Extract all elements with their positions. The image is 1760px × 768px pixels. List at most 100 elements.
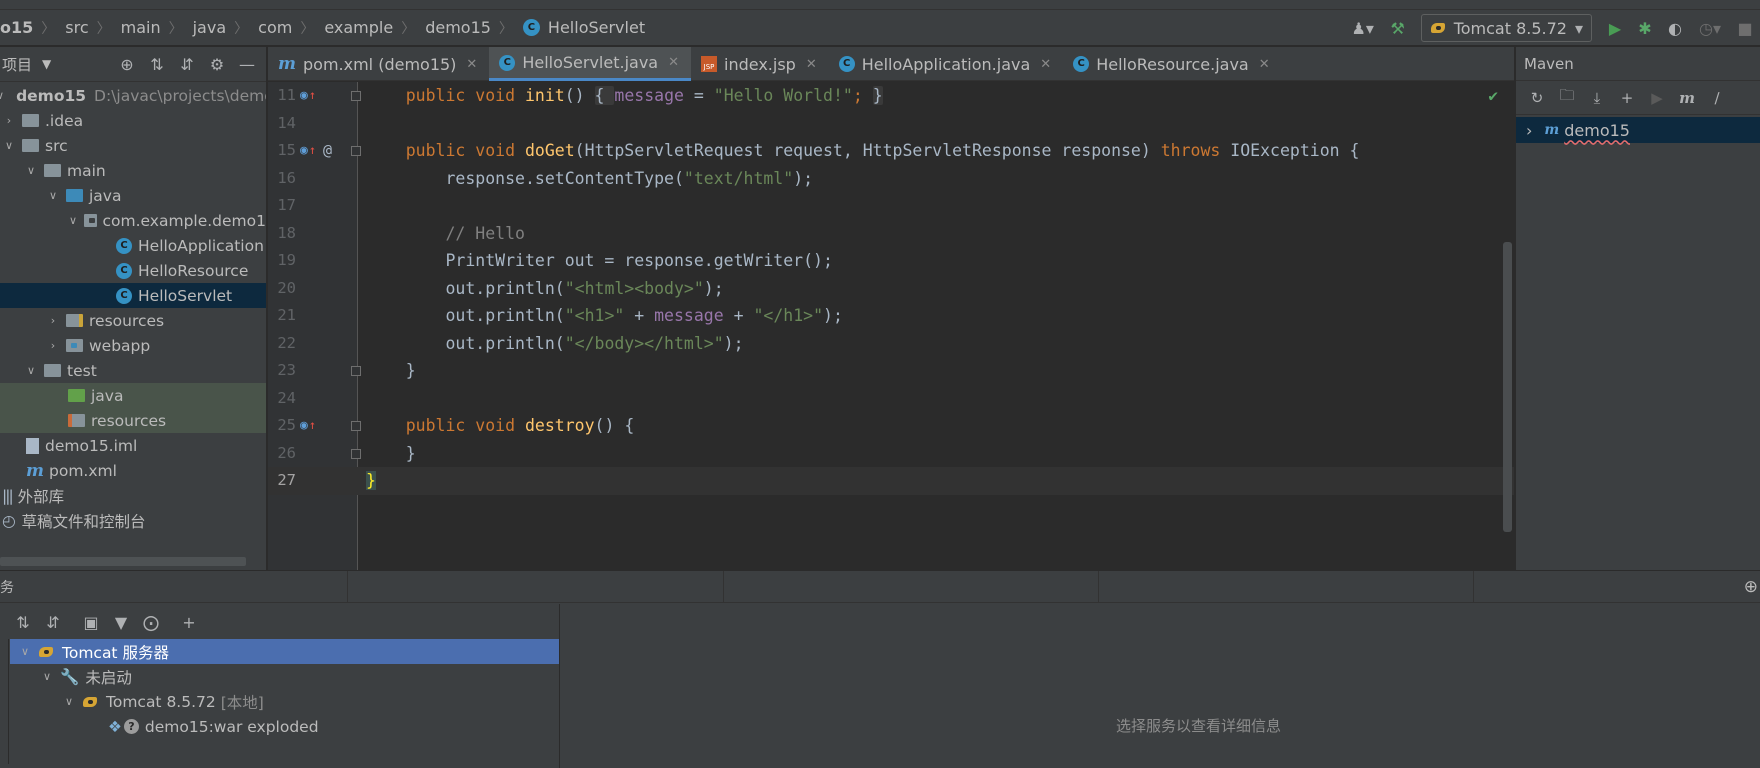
user-icon[interactable]: ♟▾ <box>1343 13 1383 43</box>
tree-item-test[interactable]: ∨ test <box>0 358 266 383</box>
tree-item-test-resources[interactable]: resources <box>0 408 266 433</box>
add-service-icon[interactable]: ⊕ <box>1744 577 1758 597</box>
tree-item-scratches[interactable]: ◴ 草稿文件和控制台 <box>0 508 266 533</box>
tab-pom-xml[interactable]: m pom.xml (demo15) ✕ <box>268 47 489 81</box>
service-not-started[interactable]: ∨ 🔧 未启动 <box>10 664 559 689</box>
chevron-down-icon[interactable]: ▼ <box>42 57 51 71</box>
build-hammer-icon[interactable]: ⚒ <box>1383 13 1413 43</box>
chevron-down-icon[interactable]: ∨ <box>68 214 78 227</box>
tab-label: HelloResource.java <box>1096 54 1249 74</box>
maven-goal-icon[interactable]: m <box>1672 83 1702 113</box>
collapse-all-icon[interactable]: ⇵ <box>38 607 68 637</box>
close-icon[interactable]: ✕ <box>668 55 679 70</box>
breadcrumb-item-example[interactable]: example <box>324 18 393 37</box>
close-icon[interactable]: ✕ <box>806 57 817 72</box>
group-by-icon[interactable]: ▣ <box>76 607 106 637</box>
tree-item-resources[interactable]: › resources <box>0 308 266 333</box>
code-line-14: 14 <box>268 110 1514 138</box>
vertical-scrollbar[interactable] <box>1503 242 1512 532</box>
coverage-icon[interactable]: ◐ <box>1660 13 1690 43</box>
chevron-down-icon[interactable]: ∨ <box>0 89 4 102</box>
toggle-offline-icon[interactable]: ∕ <box>1702 83 1732 113</box>
breadcrumb-item-src[interactable]: src <box>65 18 88 37</box>
chevron-down-icon[interactable]: ∨ <box>2 139 16 152</box>
override-marker-icon[interactable]: ◉↑ <box>300 412 316 440</box>
tree-item-iml[interactable]: demo15.iml <box>0 433 266 458</box>
new-tab-icon[interactable]: ⨀ <box>136 607 166 637</box>
service-artifact[interactable]: ❖ ? demo15:war exploded <box>10 714 559 739</box>
tree-item-helloresource[interactable]: C HelloResource <box>0 258 266 283</box>
chevron-right-icon[interactable]: › <box>46 339 60 352</box>
run-configuration-select[interactable]: Tomcat 8.5.72 ▾ <box>1420 14 1592 42</box>
tree-item-pom[interactable]: m pom.xml <box>0 458 266 483</box>
close-icon[interactable]: ✕ <box>466 57 477 72</box>
collapse-all-icon[interactable]: ⇵ <box>172 50 202 80</box>
stop-icon[interactable]: ■ <box>1730 13 1760 43</box>
add-icon[interactable]: + <box>1612 83 1642 113</box>
close-icon[interactable]: ✕ <box>1040 57 1051 72</box>
breadcrumb-item-project[interactable]: o15 <box>0 18 33 37</box>
run-icon[interactable]: ▶ <box>1600 13 1630 43</box>
tab-helloresource-java[interactable]: C HelloResource.java ✕ <box>1063 47 1281 81</box>
tab-helloservlet-java[interactable]: C HelloServlet.java ✕ <box>489 47 692 81</box>
tree-item-java[interactable]: ∨ java <box>0 183 266 208</box>
hide-icon[interactable]: — <box>232 50 262 80</box>
chevron-down-icon[interactable]: ∨ <box>62 695 76 708</box>
chevron-down-icon[interactable]: ∨ <box>40 670 54 683</box>
tree-item-external-libraries[interactable]: ||| 外部库 <box>0 483 266 508</box>
breadcrumb-item-com[interactable]: com <box>258 18 292 37</box>
code-editor[interactable]: 11 ◉↑ public void init() { message = "He… <box>268 82 1514 570</box>
tree-item-idea[interactable]: › .idea <box>0 108 266 133</box>
close-icon[interactable]: ✕ <box>1259 57 1270 72</box>
maven-project-item[interactable]: › m demo15 <box>1516 117 1760 143</box>
download-icon[interactable]: ⤓ <box>1582 83 1612 113</box>
inspection-ok-icon[interactable]: ✔ <box>1488 86 1498 105</box>
tree-item-package[interactable]: ∨ com.example.demo1 <box>0 208 266 233</box>
breadcrumb: o15 〉 src 〉 main 〉 java 〉 com 〉 example 〉 demo… <box>0 18 645 38</box>
reload-icon[interactable]: ↻ <box>1522 83 1552 113</box>
filter-icon[interactable]: ▼ <box>106 607 136 637</box>
breadcrumb-item-main[interactable]: main <box>121 18 161 37</box>
chevron-down-icon[interactable]: ∨ <box>46 189 60 202</box>
breadcrumb-item-demo15[interactable]: demo15 <box>425 18 491 37</box>
tree-item-helloapplication[interactable]: C HelloApplication <box>0 233 266 258</box>
fold-marker-icon[interactable] <box>351 91 361 101</box>
chevron-down-icon[interactable]: ∨ <box>18 645 32 658</box>
tree-item-test-java[interactable]: java <box>0 383 266 408</box>
expand-all-icon[interactable]: ⇅ <box>142 50 172 80</box>
tree-item-webapp[interactable]: › webapp <box>0 333 266 358</box>
chevron-right-icon[interactable]: › <box>1526 121 1532 140</box>
horizontal-scrollbar[interactable] <box>0 557 246 566</box>
tree-item-helloservlet[interactable]: C HelloServlet <box>0 283 266 308</box>
project-panel-title[interactable]: 项目 <box>2 54 32 75</box>
tab-helloapplication-java[interactable]: C HelloApplication.java ✕ <box>829 47 1063 81</box>
breadcrumb-item-helloservlet[interactable]: HelloServlet <box>548 18 645 37</box>
override-marker-icon[interactable]: ◉↑ <box>300 137 316 165</box>
breadcrumb-item-java[interactable]: java <box>193 18 227 37</box>
tree-item-main[interactable]: ∨ main <box>0 158 266 183</box>
service-tomcat-instance[interactable]: ∨ Tomcat 8.5.72 [本地] <box>10 689 559 714</box>
generate-sources-icon[interactable]: 🗀 <box>1552 83 1582 113</box>
locate-icon[interactable]: ⊕ <box>112 50 142 80</box>
fold-marker-icon[interactable] <box>351 421 361 431</box>
chevron-right-icon[interactable]: › <box>2 114 16 127</box>
add-icon[interactable]: + <box>174 607 204 637</box>
annotation-at-icon[interactable]: @ <box>323 137 332 165</box>
service-tomcat-server[interactable]: ∨ Tomcat 服务器 <box>10 639 559 664</box>
override-marker-icon[interactable]: ◉↑ <box>300 82 316 110</box>
tree-item-project-root[interactable]: ∨ demo15 D:\javac\projects\demo <box>0 83 266 108</box>
tree-item-src[interactable]: ∨ src <box>0 133 266 158</box>
fold-marker-icon[interactable] <box>351 146 361 156</box>
fold-marker-icon[interactable] <box>351 366 361 376</box>
gear-icon[interactable]: ⚙ <box>202 50 232 80</box>
profile-icon[interactable]: ◷▾ <box>1690 13 1730 43</box>
chevron-down-icon: ▾ <box>1574 18 1583 38</box>
expand-all-icon[interactable]: ⇅ <box>8 607 38 637</box>
chevron-right-icon[interactable]: › <box>46 314 60 327</box>
fold-marker-icon[interactable] <box>351 448 361 459</box>
tab-index-jsp[interactable]: JSP index.jsp ✕ <box>691 47 829 81</box>
debug-icon[interactable]: ✱ <box>1630 13 1660 43</box>
chevron-down-icon[interactable]: ∨ <box>24 364 38 377</box>
run-icon[interactable]: ▶ <box>1642 83 1672 113</box>
chevron-down-icon[interactable]: ∨ <box>24 164 38 177</box>
